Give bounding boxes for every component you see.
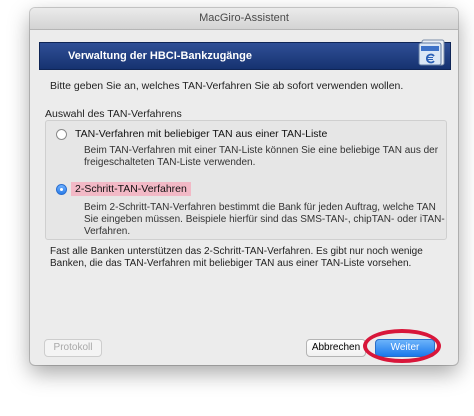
section-header-title: Verwaltung der HBCI-Bankzugänge [68,50,252,62]
note-line: Banken, die das TAN-Verfahren mit belieb… [50,258,412,269]
window-titlebar[interactable]: MacGiro-Assistent [30,8,458,30]
tan-method-groupbox: Auswahl des TAN-Verfahrens TAN-Verfahren… [45,108,447,240]
description-line: freigeschalteten TAN-Liste verwenden. [84,157,256,168]
intro-text: Bitte geben Sie an, welches TAN-Verfahre… [50,80,404,92]
group-label: Auswahl des TAN-Verfahrens [45,108,182,120]
description-line: Beim 2-Schritt-TAN-Verfahren bestimmt di… [84,202,436,213]
window-title: MacGiro-Assistent [199,12,289,24]
radio-label-tan-list[interactable]: TAN-Verfahren mit beliebiger TAN aus ein… [71,127,331,141]
euro-card-icon [418,39,445,66]
description-line: Verfahren. [84,226,131,237]
group-panel: TAN-Verfahren mit beliebiger TAN aus ein… [45,120,447,240]
radio-option-tan-list[interactable]: TAN-Verfahren mit beliebiger TAN aus ein… [56,127,331,141]
description-line: Beim TAN-Verfahren mit einer TAN-Liste k… [84,145,439,156]
option-description-2-step: Beim 2-Schritt-TAN-Verfahren bestimmt di… [84,202,445,238]
option-description-tan-list: Beim TAN-Verfahren mit einer TAN-Liste k… [84,145,439,169]
radio-label-2-step[interactable]: 2-Schritt-TAN-Verfahren [71,182,191,196]
assistant-window: MacGiro-Assistent Verwaltung der HBCI-Ba… [30,8,458,365]
cancel-button[interactable]: Abbrechen [306,339,366,357]
radio-button-tan-list[interactable] [56,128,67,140]
note-line: Fast alle Banken unterstützen das 2-Schr… [50,246,423,257]
annotation-highlight-ring [363,329,441,363]
radio-option-2-step[interactable]: 2-Schritt-TAN-Verfahren [56,182,191,196]
section-header: Verwaltung der HBCI-Bankzugänge [39,39,451,70]
info-note: Fast alle Banken unterstützen das 2-Schr… [50,246,423,270]
radio-button-2-step[interactable] [56,183,67,195]
description-line: Sie eingeben müssen. Beispiele hierfür s… [84,214,445,225]
protokoll-button[interactable]: Protokoll [44,339,102,357]
